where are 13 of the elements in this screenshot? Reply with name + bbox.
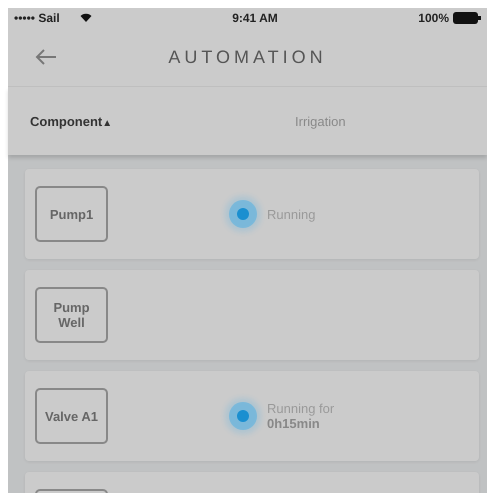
screen-title: AUTOMATION — [168, 46, 327, 68]
component-tile: Pump Well — [35, 287, 108, 343]
column-header[interactable]: Irrigation — [295, 114, 346, 128]
battery-percent: 100% — [418, 11, 449, 25]
status-time: 9:41 AM — [232, 11, 278, 25]
component-tile: Valve A1 — [35, 388, 108, 444]
column-header[interactable]: Component▲ — [30, 114, 295, 128]
battery-icon — [453, 12, 481, 24]
component-tile: Pump1 — [35, 186, 108, 242]
component-card[interactable]: Pump Well — [25, 270, 479, 360]
back-arrow-icon[interactable] — [34, 48, 58, 66]
carrier-label: ••••• Sail — [14, 11, 60, 25]
wifi-icon — [80, 13, 92, 23]
